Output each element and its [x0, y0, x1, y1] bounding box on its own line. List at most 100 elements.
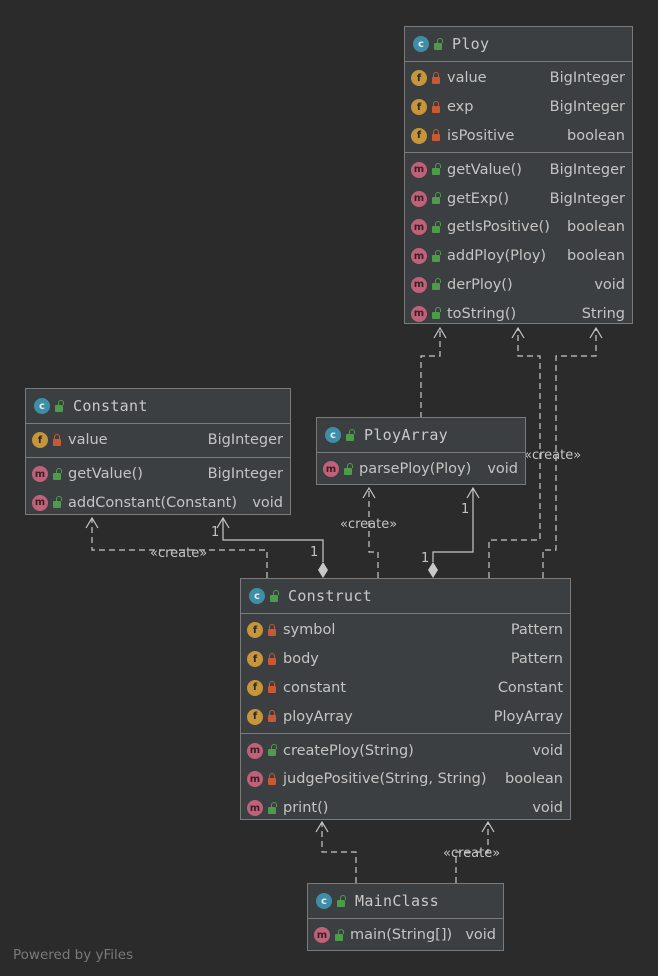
method-signature: parsePloy(Ploy) [359, 461, 472, 478]
public-lock-icon [53, 496, 62, 509]
method-icon: m [411, 161, 427, 178]
field-name: isPositive [447, 127, 515, 144]
method-row[interactable]: m print() void [241, 794, 570, 823]
method-signature: addConstant(Constant) [68, 494, 237, 511]
private-lock-icon [432, 129, 440, 142]
edge-construct-ployarray-create [368, 488, 379, 578]
multiplicity-label: 1 [211, 525, 220, 540]
method-row[interactable]: m derPloy() void [405, 271, 632, 300]
private-lock-icon [268, 652, 276, 665]
class-icon: c [325, 427, 341, 443]
field-name: exp [447, 99, 474, 116]
private-lock-icon [268, 681, 276, 694]
methods-section: m main(String[]) void [308, 918, 503, 952]
method-signature: toString() [447, 305, 517, 322]
methods-section: m parsePloy(Ploy) void [317, 452, 525, 486]
public-lock-icon [53, 467, 62, 480]
public-lock-icon [432, 163, 441, 176]
method-row[interactable]: m addPloy(Ploy) boolean [405, 242, 632, 271]
public-lock-icon [268, 801, 277, 814]
method-row[interactable]: m createPloy(String) void [241, 736, 570, 765]
method-row[interactable]: m toString() String [405, 299, 632, 328]
public-lock-icon [346, 428, 355, 441]
edge-label-create: «create» [524, 448, 582, 463]
method-icon: m [411, 276, 427, 293]
method-signature: addPloy(Ploy) [447, 248, 547, 265]
return-type: void [594, 276, 625, 293]
return-type: void [487, 461, 518, 478]
private-lock-icon [268, 772, 276, 785]
method-icon: m [411, 190, 427, 207]
field-row[interactable]: f symbol Pattern [241, 616, 570, 645]
class-name: PloyArray [364, 426, 448, 444]
edge-construct-constant-assoc [222, 518, 324, 562]
class-ploy[interactable]: c Ploy f value BigInteger f exp BigInteger f isPo… [404, 26, 633, 324]
class-icon: c [249, 588, 265, 604]
class-constant[interactable]: c Constant f value BigInteger m getValue() BigI… [25, 388, 291, 515]
method-row[interactable]: m judgePositive(String, String) boolean [241, 765, 570, 794]
method-signature: main(String[]) [350, 927, 453, 944]
return-type: boolean [567, 248, 625, 265]
field-type: Pattern [510, 622, 563, 639]
field-row[interactable]: f ployArray PloyArray [241, 702, 570, 731]
field-icon: f [411, 127, 427, 144]
method-icon: m [32, 466, 48, 483]
method-icon: m [247, 742, 263, 759]
method-row[interactable]: m main(String[]) void [308, 921, 503, 950]
method-row[interactable]: m getValue() BigInteger [26, 460, 290, 489]
field-type: boolean [567, 127, 625, 144]
class-name: Constant [73, 397, 148, 415]
class-construct[interactable]: c Construct f symbol Pattern f body Pattern f con… [240, 578, 571, 820]
field-row[interactable]: f constant Constant [241, 674, 570, 703]
method-signature: derPloy() [447, 276, 513, 293]
class-name: Construct [288, 587, 372, 605]
field-row[interactable]: f value BigInteger [405, 64, 632, 93]
method-row[interactable]: m getIsPositive() boolean [405, 213, 632, 242]
class-header: c PloyArray [317, 418, 525, 452]
class-header: c Ploy [405, 27, 632, 61]
return-type: void [252, 494, 283, 511]
public-lock-icon [432, 192, 441, 205]
method-row[interactable]: m getExp() BigInteger [405, 184, 632, 213]
fields-section: f value BigInteger f exp BigInteger f isPositiv… [405, 61, 632, 152]
class-header: c Construct [241, 579, 570, 613]
private-lock-icon [268, 710, 276, 723]
field-name: ployArray [283, 708, 353, 725]
public-lock-icon [268, 744, 277, 757]
method-row[interactable]: m parsePloy(Ploy) void [317, 455, 525, 484]
composition-diamond [318, 562, 328, 578]
field-name: constant [283, 679, 347, 696]
multiplicity-label: 1 [310, 545, 319, 560]
public-lock-icon [337, 894, 346, 907]
field-row[interactable]: f body Pattern [241, 645, 570, 674]
return-type: BigInteger [549, 190, 625, 207]
field-row[interactable]: f value BigInteger [26, 426, 290, 455]
method-icon: m [411, 305, 427, 322]
class-icon: c [34, 398, 50, 414]
field-icon: f [247, 651, 263, 668]
method-signature: judgePositive(String, String) [283, 771, 487, 788]
class-ployarray[interactable]: c PloyArray m parsePloy(Ploy) void [316, 417, 526, 485]
field-name: body [283, 651, 319, 668]
method-row[interactable]: m getValue() BigInteger [405, 155, 632, 184]
methods-section: m createPloy(String) void m judgePositive(St… [241, 733, 570, 824]
multiplicity-label: 1 [421, 551, 430, 566]
field-row[interactable]: f isPositive boolean [405, 122, 632, 151]
method-icon: m [247, 771, 263, 788]
field-icon: f [32, 432, 48, 449]
return-type: void [532, 742, 563, 759]
return-type: BigInteger [207, 466, 283, 483]
public-lock-icon [270, 589, 279, 602]
public-lock-icon [432, 278, 441, 291]
public-lock-icon [432, 307, 441, 320]
field-icon: f [411, 99, 427, 116]
private-lock-icon [268, 623, 276, 636]
return-type: boolean [505, 771, 563, 788]
method-row[interactable]: m addConstant(Constant) void [26, 489, 290, 518]
methods-section: m getValue() BigInteger m addConstant(Consta… [26, 456, 290, 520]
field-row[interactable]: f exp BigInteger [405, 93, 632, 122]
public-lock-icon [434, 37, 443, 50]
class-mainclass[interactable]: c MainClass m main(String[]) void [307, 883, 504, 951]
return-type: String [581, 305, 625, 322]
field-type: BigInteger [549, 70, 625, 87]
